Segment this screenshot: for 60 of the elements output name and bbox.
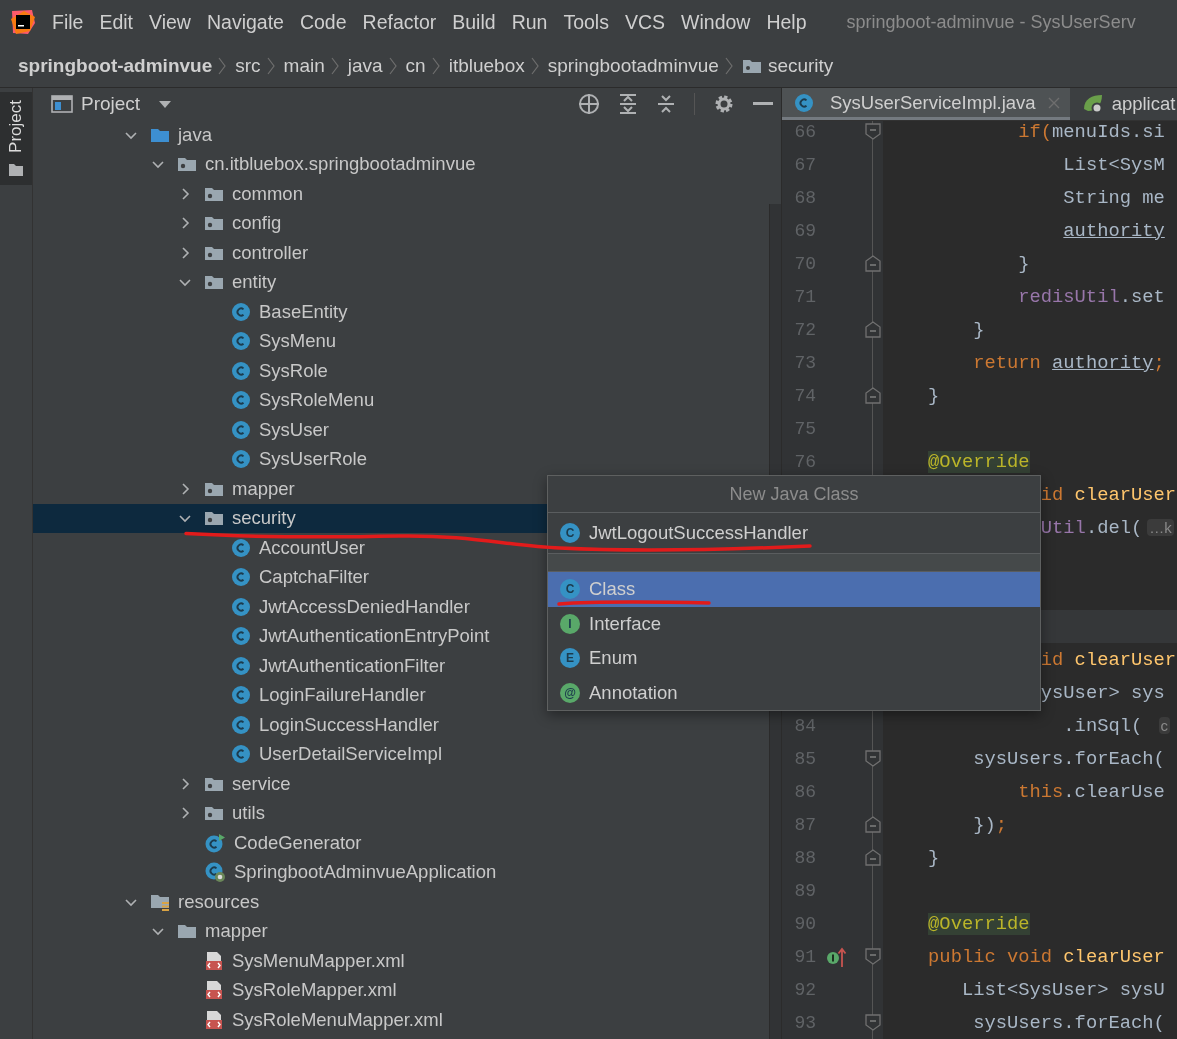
code-line: } — [972, 318, 985, 341]
tree-label: SysRoleMenu — [259, 389, 375, 412]
tree-label: LoginSuccessHandler — [259, 713, 439, 736]
type-badge: @ — [560, 682, 580, 703]
code-line: List<SysM — [1062, 153, 1165, 176]
code-line: sysUsers.forEach( — [972, 1011, 1165, 1034]
tree-label: CodeGenerator — [234, 831, 362, 854]
tree-label: controller — [232, 241, 309, 264]
window-title: springboot-adminvue - SysUserServ — [846, 11, 1136, 33]
tree-label: SpringbootAdminvueApplication — [234, 861, 497, 884]
tree-label: config — [232, 212, 282, 235]
tree-label: LoginFailureHandler — [259, 684, 426, 707]
tree-label: common — [232, 182, 303, 205]
tree-label: java — [178, 123, 212, 146]
tree-label: UserDetailServiceImpl — [259, 743, 442, 766]
tree-label: JwtAuthenticationEntryPoint — [259, 625, 490, 648]
code-line: public void clearUser — [927, 945, 1165, 968]
tree-label: SysRoleMenuMapper.xml — [232, 1008, 443, 1031]
code-line: } — [927, 846, 940, 869]
code-line: id clearUser — [1039, 483, 1177, 506]
type-badge: I — [560, 613, 580, 634]
tree-label: resources — [178, 890, 260, 913]
tree-label: SysMenu — [259, 330, 337, 353]
code-line: id clearUser — [1039, 648, 1177, 671]
type-badge: C — [560, 579, 580, 600]
tree-label: mapper — [205, 920, 268, 943]
tree-label: mapper — [232, 477, 295, 500]
tree-label: BaseEntity — [259, 300, 348, 323]
tree-label: security — [232, 507, 296, 530]
code-line: redisUtil.set — [1017, 285, 1165, 308]
code-line: List<SysUser> sysU — [960, 978, 1165, 1001]
tree-label: SysMenuMapper.xml — [232, 949, 405, 972]
tab-label: applicat — [1111, 93, 1176, 115]
tree-label: JwtAuthenticationFilter — [259, 654, 446, 677]
code-line: return authority; — [972, 351, 1165, 374]
code-line: if(menuIds.si — [1017, 121, 1165, 143]
tab-label: SysUserServiceImpl.java — [830, 91, 1036, 114]
popup-title: New Java Class — [548, 476, 1040, 513]
tree-label: entity — [232, 271, 277, 294]
type-badge: E — [560, 648, 580, 669]
tree-label: cn.itbluebox.springbootadminvue — [205, 153, 476, 176]
tree-label: JwtAccessDeniedHandler — [259, 595, 470, 618]
tree-label: AccountUser — [259, 536, 365, 559]
tree-label: SysUser — [259, 418, 329, 441]
code-line: ysUser> sys — [1039, 681, 1165, 704]
tree-label: SysRole — [259, 359, 328, 382]
code-line: } — [927, 384, 940, 407]
code-line: this.clearUse — [1017, 780, 1165, 803]
code-line: sysUsers.forEach( — [972, 747, 1165, 770]
tree-label: CaptchaFilter — [259, 566, 369, 589]
tree-label: SysUserRole — [259, 448, 367, 471]
code-line: } — [1017, 252, 1030, 275]
tree-label: utils — [232, 802, 265, 825]
tree-label: SysRoleMapper.xml — [232, 979, 397, 1002]
type-badge: C — [560, 523, 580, 543]
code-line: authority — [1062, 219, 1165, 242]
tree-label: service — [232, 772, 291, 795]
code-line: .inSql( c — [883, 714, 1170, 737]
code-line: String me — [1062, 186, 1165, 209]
code-line: }); — [972, 813, 1007, 836]
